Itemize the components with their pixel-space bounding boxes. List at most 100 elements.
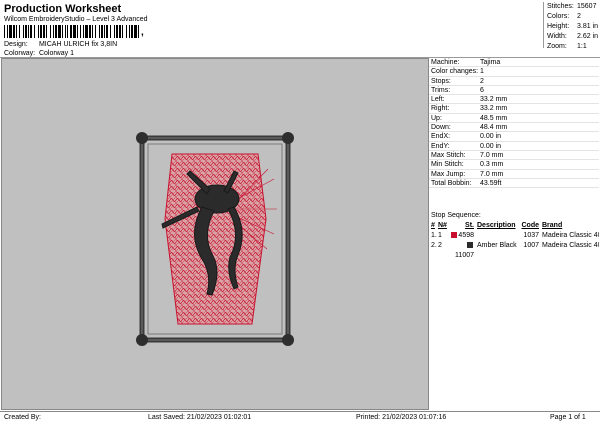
spec-value: 33.2 mm — [480, 105, 508, 113]
col-n: N# — [438, 222, 447, 229]
spec-label: Left: — [431, 96, 445, 104]
page-title: Production Worksheet — [4, 3, 122, 15]
spec-value: 7.0 mm — [480, 170, 504, 178]
summary-stitches: Stitches: 15607 — [544, 2, 599, 12]
stop-stitches: 4598 — [450, 231, 474, 241]
thread-color-swatch — [467, 242, 473, 249]
colorway-value: Colorway 1 — [38, 50, 74, 57]
spec-row: Machine: Tajima — [429, 58, 599, 68]
stitches-value: 15607 — [577, 3, 597, 10]
spec-label: EndY: — [431, 142, 450, 150]
spec-label: Down: — [431, 124, 451, 132]
spec-value: 33.2 mm — [480, 96, 508, 104]
spec-value: Tajima — [480, 59, 501, 66]
design-preview — [1, 58, 429, 410]
summary-height: Height: 3.81 in — [544, 22, 599, 32]
spec-value: 1 — [480, 68, 484, 76]
stop-n: 1 — [438, 232, 442, 239]
spec-row: Max Jump: 7.0 mm — [429, 170, 599, 179]
spec-row: Up: 48.5 mm — [429, 114, 599, 124]
footer-page: Page 1 of 1 — [550, 414, 586, 421]
design-label: Design: — [4, 41, 28, 48]
spec-value: 2 — [480, 77, 484, 85]
stop-description — [474, 231, 519, 241]
summary-width: Width: 2.62 in — [544, 32, 599, 42]
stop-description: Amber Black — [477, 242, 517, 249]
stop-sequence-header: # N# St. Description Code Brand — [429, 221, 599, 231]
col-st: St. — [465, 222, 474, 229]
col-description: Description — [477, 222, 516, 229]
spec-value: 0.3 mm — [480, 161, 504, 169]
thread-color-swatch — [451, 232, 458, 239]
barcode — [4, 25, 139, 38]
spec-label: Up: — [431, 114, 442, 122]
stop-stitches-value: 4598 — [458, 232, 474, 239]
table-row: 2. 2 11007 Amber Black 1007 Madeira Classic 4… — [429, 241, 599, 259]
height-value: 3.81 in — [577, 23, 599, 30]
design-row: Design: MICAH ULRICH fix 3,8IN — [4, 41, 117, 48]
software-subtitle: Wilcom EmbroideryStudio – Level 3 Advanc… — [4, 16, 148, 23]
spec-row: Color changes: 1 — [429, 67, 599, 77]
colorway-label: Colorway: — [4, 50, 36, 57]
spec-row: Trims: 6 — [429, 86, 599, 96]
spec-value: 48.5 mm — [480, 114, 508, 122]
spec-label: Right: — [431, 105, 450, 113]
stop-brand: Madeira Classic 40 — [542, 242, 599, 249]
spec-value: 43.59ft — [480, 179, 502, 187]
stop-num: 1. — [431, 232, 437, 239]
footer-printed: Printed: 21/02/2023 01:07:16 — [356, 414, 447, 421]
summary-box: Stitches: 15607 Colors: 2 Height: 3.81 in W… — [543, 2, 599, 50]
spec-label: Max Jump: — [431, 170, 466, 178]
barcode-suffix: , — [141, 27, 144, 38]
spec-label: Max Stitch: — [431, 151, 466, 159]
stop-sequence-table: # N# St. Description Code Brand 1. 1 4598 1… — [429, 221, 599, 259]
spec-label: Machine: — [431, 59, 460, 66]
spec-row: EndX: 0.00 in — [429, 132, 599, 142]
stop-num: 2. — [431, 242, 437, 249]
footer-last-saved: Last Saved: 21/02/2023 01:02:01 — [148, 414, 252, 421]
stop-n: 2 — [438, 242, 442, 249]
stop-stitches-value: 11007 — [455, 252, 474, 259]
spec-value: 7.0 mm — [480, 151, 504, 159]
spec-value: 48.4 mm — [480, 124, 508, 132]
spec-value: 0.00 in — [480, 133, 502, 141]
height-label: Height: — [547, 23, 570, 30]
col-brand: Brand — [542, 222, 563, 229]
spec-label: Trims: — [431, 86, 451, 94]
stop-brand: Madeira Classic 40 — [542, 232, 599, 239]
spec-value: 0.00 in — [480, 142, 502, 150]
colors-value: 2 — [577, 13, 581, 20]
spec-row: Min Stitch: 0.3 mm — [429, 160, 599, 170]
spec-row: EndY: 0.00 in — [429, 142, 599, 151]
stop-stitches: 11007 — [450, 241, 474, 259]
colors-label: Colors: — [547, 13, 570, 20]
spec-label: Total Bobbin: — [431, 179, 472, 187]
embroidery-design-image — [136, 132, 294, 346]
col-num: # — [431, 222, 435, 229]
stop-code: 1037 — [523, 232, 539, 239]
spec-row: Stops: 2 — [429, 77, 599, 86]
colorway-row: Colorway: Colorway 1 — [4, 50, 74, 57]
col-code: Code — [521, 222, 540, 229]
spec-row: Left: 33.2 mm — [429, 95, 599, 105]
summary-zoom: Zoom: 1:1 — [544, 42, 599, 52]
zoom-value: 1:1 — [577, 43, 587, 50]
table-row: 1. 1 4598 1037 Madeira Classic 40 — [429, 231, 599, 241]
spec-row: Right: 33.2 mm — [429, 104, 599, 114]
summary-colors: Colors: 2 — [544, 12, 599, 22]
width-value: 2.62 in — [577, 33, 599, 40]
stop-sequence-title: Stop Sequence: — [431, 212, 481, 219]
spec-label: Color changes: — [431, 68, 479, 76]
footer: Created By: Last Saved: 21/02/2023 01:02… — [0, 411, 600, 424]
specs-table: Machine: Tajima Color changes: 1 Stops: 2 Trim… — [429, 58, 599, 189]
footer-created-by: Created By: — [4, 414, 41, 421]
spec-row: Down: 48.4 mm — [429, 123, 599, 133]
spec-value: 6 — [480, 86, 484, 94]
spec-row: Max Stitch: 7.0 mm — [429, 151, 599, 161]
spec-label: EndX: — [431, 133, 451, 141]
spec-row: Total Bobbin: 43.59ft — [429, 179, 599, 189]
width-label: Width: — [547, 33, 567, 40]
stitches-label: Stitches: — [547, 3, 574, 10]
spec-label: Stops: — [431, 77, 451, 85]
design-value: MICAH ULRICH fix 3,8IN — [38, 41, 118, 48]
